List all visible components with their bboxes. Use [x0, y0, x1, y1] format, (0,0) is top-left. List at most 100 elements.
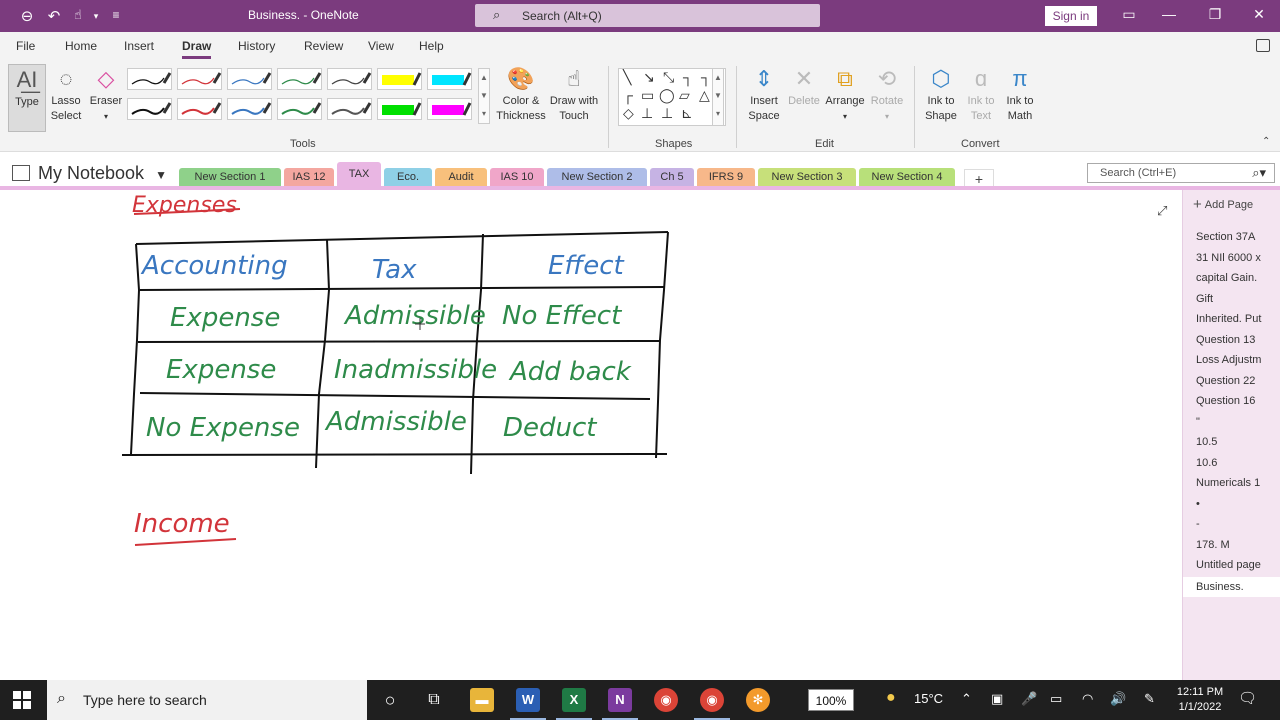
page-list-item[interactable]: Business. [1183, 577, 1280, 597]
tab-file[interactable]: File [16, 39, 35, 53]
collapse-ribbon-icon[interactable]: ⌃ [1262, 136, 1270, 147]
weather-temp[interactable]: 15°C [914, 691, 943, 706]
pen-swatch[interactable] [127, 98, 172, 120]
onenote-icon[interactable]: N [602, 688, 638, 720]
sign-in-button[interactable]: Sign in [1045, 6, 1097, 26]
zoom-level[interactable]: 100% [808, 689, 854, 711]
shapes-gallery-scroll[interactable]: ▲ ▼ ▾ [712, 68, 724, 126]
page-view-icon[interactable] [1256, 39, 1270, 52]
page-list-item[interactable]: 31 NIl 6000 x [1196, 252, 1280, 264]
word-icon[interactable]: W [510, 688, 546, 720]
section-tab[interactable]: Audit [435, 168, 487, 188]
page-list-item[interactable]: Question 22 [1196, 375, 1280, 387]
page-list-item[interactable]: - [1196, 518, 1280, 530]
touch-mode-icon[interactable]: ☝ [68, 7, 88, 23]
arrow-shape-icon[interactable]: ↘ [643, 69, 655, 86]
back-arrow-icon[interactable]: ⊖ [17, 7, 37, 25]
page-list-item[interactable]: Gift [1196, 293, 1280, 305]
ink-to-math-button[interactable]: π Ink to Math [999, 64, 1041, 124]
pen-swatch[interactable] [427, 98, 472, 120]
section-tab[interactable]: IAS 12 [284, 168, 334, 188]
pen-swatch[interactable] [327, 68, 372, 90]
insert-space-button[interactable]: ⇕ Insert Space [742, 64, 786, 124]
color-thickness-button[interactable]: 🎨 Color & Thickness [495, 64, 547, 124]
pen-swatch[interactable] [277, 68, 322, 90]
windows-start-icon[interactable] [12, 690, 32, 710]
tab-review[interactable]: Review [304, 39, 343, 53]
chevron-down-icon[interactable]: ▾ [86, 11, 106, 22]
add-page-button[interactable]: + Add Page [1193, 196, 1253, 213]
triangle-shape-icon[interactable]: △ [699, 87, 710, 104]
pen-swatch[interactable] [427, 68, 472, 90]
app-snowflake-icon[interactable]: ✻ [746, 688, 770, 712]
pen-swatch[interactable] [227, 68, 272, 90]
page-list-item[interactable]: • [1196, 498, 1280, 510]
lasso-select-button[interactable]: ◌ Lasso Select [48, 64, 84, 124]
page-list-item[interactable]: 10.5 [1196, 436, 1280, 448]
taskbar-search-input[interactable]: ⌕ Type here to search [47, 680, 367, 720]
page-list-item[interactable]: " [1196, 416, 1280, 428]
excel-icon[interactable]: X [556, 688, 592, 720]
axis-shape-icon[interactable]: ⊥ [641, 105, 653, 122]
page-list-item[interactable]: Section 37A [1196, 231, 1280, 243]
chrome-icon[interactable]: ◉ [654, 688, 678, 712]
rectangle-shape-icon[interactable]: ▭ [641, 87, 654, 104]
meet-now-icon[interactable]: ▣ [991, 691, 1003, 707]
pen-swatch[interactable] [277, 98, 322, 120]
tab-help[interactable]: Help [419, 39, 444, 53]
section-tab[interactable]: New Section 1 [179, 168, 281, 188]
pen-swatch[interactable] [227, 98, 272, 120]
page-list-item[interactable]: Numericals 1 [1196, 477, 1280, 489]
battery-icon[interactable]: ▭ [1050, 691, 1062, 707]
cortana-icon[interactable]: ○ [378, 688, 402, 712]
page-list-item[interactable]: capital Gain. [1196, 272, 1280, 284]
minimize-icon[interactable]: — [1154, 6, 1184, 22]
axis-2-shape-icon[interactable]: ⊥ [661, 105, 673, 122]
file-explorer-icon[interactable]: ▬ [470, 688, 494, 712]
page-list-item[interactable]: Loss Adjustm [1196, 354, 1280, 366]
eraser-button[interactable]: ◇ Eraser ▾ [88, 64, 124, 124]
line-shape-icon[interactable]: ╲ [623, 69, 631, 86]
ribbon-display-icon[interactable]: ▭ [1114, 6, 1144, 23]
section-tab[interactable]: Ch 5 [650, 168, 694, 188]
notification-icon[interactable]: 🗨 [1238, 689, 1257, 707]
pen-swatch[interactable] [327, 98, 372, 120]
page-list-item[interactable]: Question 16 [1196, 395, 1280, 407]
clock[interactable]: 12:11 PM 1/1/2022 [1172, 685, 1228, 715]
section-tab[interactable]: IAS 10 [490, 168, 544, 188]
restore-icon[interactable]: ❐ [1200, 6, 1230, 23]
diamond-shape-icon[interactable]: ◇ [623, 105, 634, 122]
customize-toolbar-icon[interactable]: ≡ [106, 8, 126, 22]
page-list-item[interactable]: 10.6 [1196, 457, 1280, 469]
ink-to-shape-button[interactable]: ⬡ Ink to Shape [920, 64, 962, 124]
page-list-item[interactable]: Inherited. Put [1196, 313, 1280, 325]
pen-swatch[interactable] [377, 98, 422, 120]
double-arrow-shape-icon[interactable]: ⤡ [663, 69, 674, 86]
page-list-item[interactable]: Untitled page [1196, 559, 1280, 571]
pen-swatch[interactable] [377, 68, 422, 90]
pen-gallery-scroll[interactable]: ▲ ▼ ▾ [478, 68, 490, 124]
volume-icon[interactable]: 🔊 [1110, 691, 1126, 707]
note-canvas[interactable]: Expenses Accounting Tax Effect Expense A… [0, 190, 1182, 680]
arrange-button[interactable]: ⧉ Arrange ▾ [822, 64, 868, 124]
tab-insert[interactable]: Insert [124, 39, 154, 53]
task-view-icon[interactable]: ⧉ [422, 688, 446, 712]
delete-button[interactable]: ✕ Delete [784, 64, 824, 109]
chevron-up-icon[interactable]: ⌃ [961, 691, 972, 707]
notebook-picker[interactable]: My Notebook ▼ [12, 163, 167, 184]
parallelogram-shape-icon[interactable]: ▱ [679, 87, 690, 104]
pen-swatch[interactable] [177, 98, 222, 120]
pen-swatch[interactable] [177, 68, 222, 90]
undo-icon[interactable]: ↶ [44, 7, 64, 25]
page-list-item[interactable]: Question 13 [1196, 334, 1280, 346]
tab-home[interactable]: Home [65, 39, 97, 53]
full-page-view-icon[interactable]: ⤢ [1157, 203, 1167, 219]
ellipse-shape-icon[interactable]: ◯ [659, 87, 675, 104]
search-input[interactable]: ⌕ Search (Alt+Q) [475, 4, 820, 27]
chrome-profile-icon[interactable]: ◉ [694, 688, 730, 720]
section-tab[interactable]: New Section 2 [547, 168, 647, 188]
section-tab[interactable]: Eco. [384, 168, 432, 188]
ink-to-text-button[interactable]: ɑ Ink to Text [960, 64, 1002, 124]
graph-shape-icon[interactable]: ⊾ [681, 105, 693, 122]
type-button[interactable]: A͟I Type [8, 64, 46, 132]
